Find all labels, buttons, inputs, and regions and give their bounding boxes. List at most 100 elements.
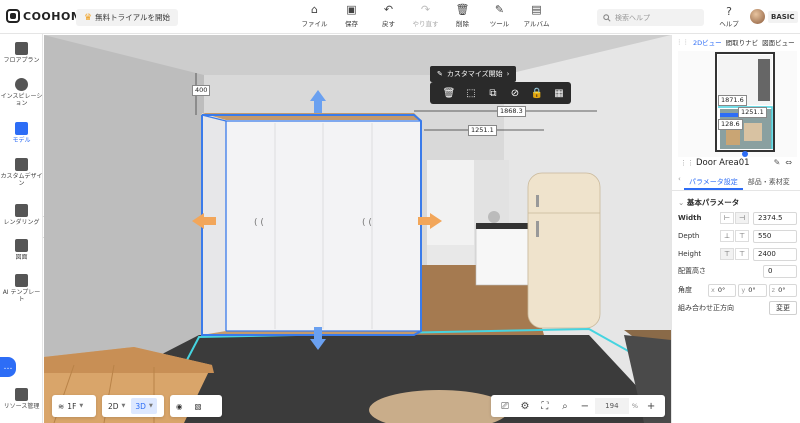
select-icon[interactable]: ⬚ xyxy=(460,82,482,104)
chat-support-button[interactable]: … xyxy=(0,357,16,377)
copy-icon[interactable]: ⧉ xyxy=(482,82,504,104)
toolbar-undo[interactable]: ↶ 戻す xyxy=(370,3,407,31)
mount-height-input[interactable]: 0 xyxy=(763,264,797,278)
user-menu[interactable]: BASIC xyxy=(750,9,798,24)
cube-icon: ▧ xyxy=(194,401,202,411)
3d-viewport[interactable]: ( ( ( ( ✎ カスタマイズ開始 › 🗑 ⬚ ⧉ ⊘ 🔒 ▦ 400 186… xyxy=(44,35,671,423)
toolbar-album-label: アルバム xyxy=(523,20,550,28)
delete-icon[interactable]: 🗑 xyxy=(438,82,460,104)
angle-label: 角度 xyxy=(678,286,692,294)
hide-icon[interactable]: ⊘ xyxy=(504,82,526,104)
help-label: ヘルプ xyxy=(719,20,739,28)
toolbar-tool-label: ツール xyxy=(489,20,510,28)
height-input[interactable]: 2400 xyxy=(753,247,797,261)
dimension-width-label[interactable]: 1251.1 xyxy=(468,125,497,136)
depth-input[interactable]: 550 xyxy=(753,229,797,243)
align-bottom-icon[interactable]: ⊥ xyxy=(720,230,734,242)
help-search-input[interactable] xyxy=(615,13,695,22)
tab-drawing-view[interactable]: 図面ビュー xyxy=(762,37,795,47)
fit-view-icon[interactable]: ⛶ xyxy=(535,395,555,417)
dimension-height-label[interactable]: 400 xyxy=(192,85,211,96)
change-direction-button[interactable]: 変更 xyxy=(769,301,797,315)
toolbar-redo[interactable]: ↷ やり直す xyxy=(407,3,444,31)
redo-icon: ↷ xyxy=(420,3,431,16)
customize-start-button[interactable]: ✎ カスタマイズ開始 › xyxy=(430,66,517,82)
free-trial-button[interactable]: ♛ 無料トライアルを開始 xyxy=(76,9,179,26)
chevron-right-icon: › xyxy=(506,70,510,78)
param-angle: 角度 x 0° y 0° z 0° xyxy=(678,283,797,297)
zoom-area-icon[interactable]: ⌕ xyxy=(555,395,575,417)
tab-parts-materials[interactable]: 部品・素材変 xyxy=(743,175,795,190)
right-panel: ⋮⋮ 2Dビュー 間取りナビ 図面ビュー 1871.6 1251.1 128.6… xyxy=(671,35,800,423)
view-3d-button[interactable]: 3D ▼ xyxy=(131,398,157,414)
crown-icon: ♛ xyxy=(84,12,93,23)
toolbar-album[interactable]: ▤ アルバム xyxy=(518,3,555,31)
width-input[interactable]: 2374.5 xyxy=(753,211,797,225)
chevron-left-icon[interactable]: ‹ xyxy=(672,175,684,183)
toolbar-tool[interactable]: ✎ ツール xyxy=(481,3,518,31)
sidebar-item-floorplan[interactable]: フロアプラン xyxy=(0,42,43,64)
customize-start-label: カスタマイズ開始 xyxy=(446,70,503,78)
basic-params-title[interactable]: ⌄ 基本パラメータ xyxy=(678,197,739,208)
sidebar-item-drawing[interactable]: 図面 xyxy=(0,239,43,261)
expand-icon[interactable]: ⇔ xyxy=(785,158,797,167)
zoom-input[interactable] xyxy=(594,398,629,414)
align-top-icon[interactable]: ⊤ xyxy=(735,230,749,242)
angle-z-input[interactable]: z 0° xyxy=(768,283,797,297)
mount-height-label: 配置高さ xyxy=(678,267,706,275)
width-label: Width xyxy=(678,214,702,222)
toolbar-file[interactable]: ⌂ ファイル xyxy=(296,3,333,31)
floor-select[interactable]: ≋ 1F ▼ xyxy=(52,395,89,417)
sidebar-item-custom-design[interactable]: カスタムデザイン xyxy=(0,158,43,187)
toolbar-undo-label: 戻す xyxy=(382,20,395,28)
search-icon xyxy=(603,13,611,22)
dimension-depth-label[interactable]: 1868.3 xyxy=(497,106,526,117)
drag-handle-icon[interactable]: ⋮⋮ xyxy=(676,38,689,46)
sidebar-item-inspiration[interactable]: インスピレーション xyxy=(0,78,43,107)
minimap[interactable]: 1871.6 1251.1 128.6 xyxy=(678,51,797,157)
floor-label: 1F xyxy=(67,401,77,411)
angle-y-input[interactable]: y 0° xyxy=(738,283,767,297)
sidebar-item-rendering[interactable]: レンダリング xyxy=(0,204,43,226)
object-context-toolbar: 🗑 ⬚ ⧉ ⊘ 🔒 ▦ xyxy=(430,82,571,104)
floor-selector[interactable]: ≋ 1F ▼ xyxy=(52,395,96,417)
toolbar-delete[interactable]: 🗑 削除 xyxy=(444,3,481,31)
visibility-button[interactable]: ◉ xyxy=(170,395,189,417)
help-button[interactable]: ? ヘルプ xyxy=(714,5,744,28)
minimap-dim-1: 1871.6 xyxy=(718,95,747,106)
anchor-top-icon[interactable]: ⊤ xyxy=(720,248,734,260)
zoom-in-icon[interactable]: + xyxy=(641,395,661,417)
brand-logo[interactable]: COOHOM xyxy=(6,9,82,23)
sidebar-item-resource[interactable]: リソース管理 xyxy=(0,388,43,410)
toolbar-save[interactable]: ▣ 保存 xyxy=(333,3,370,31)
resource-icon xyxy=(15,388,28,401)
toolbar-save-label: 保存 xyxy=(345,20,358,28)
lock-icon[interactable]: 🔒 xyxy=(526,82,548,104)
group-icon[interactable]: ▦ xyxy=(548,82,570,104)
sidebar-item-label: フロアプラン xyxy=(3,57,40,64)
camera-view-icon[interactable]: ⎚ xyxy=(495,395,515,417)
view-2d-button[interactable]: 2D ▼ xyxy=(102,395,131,417)
tab-parameters[interactable]: パラメータ設定 xyxy=(684,175,743,190)
align-right-icon[interactable]: ⊣ xyxy=(735,212,749,224)
camera-settings-icon[interactable]: ⚙ xyxy=(515,395,535,417)
sofa-icon xyxy=(15,122,28,135)
tool-icon: ✎ xyxy=(494,3,505,16)
sidebar-item-model[interactable]: モデル xyxy=(0,122,43,144)
tab-floor-nav[interactable]: 間取りナビ xyxy=(726,37,759,47)
chat-icon: … xyxy=(3,362,13,372)
tab-2d-view[interactable]: 2Dビュー xyxy=(693,37,722,47)
anchor-bottom-icon[interactable]: ⊤ xyxy=(735,248,749,260)
drag-handle-icon[interactable]: ⋮⋮ xyxy=(680,159,694,167)
custom-design-icon xyxy=(15,158,28,171)
zoom-out-icon[interactable]: − xyxy=(575,395,595,417)
edit-icon[interactable]: ✎ xyxy=(774,158,786,167)
angle-x-input[interactable]: x 0° xyxy=(708,283,737,297)
toolbar-file-label: ファイル xyxy=(301,20,328,28)
align-left-icon[interactable]: ⊢ xyxy=(720,212,734,224)
logo-icon xyxy=(6,9,20,23)
material-button[interactable]: ▧ xyxy=(189,395,208,417)
help-icon: ? xyxy=(726,5,732,18)
sidebar-item-ai-template[interactable]: AI テンプレート xyxy=(0,274,43,303)
album-icon: ▤ xyxy=(531,3,542,16)
